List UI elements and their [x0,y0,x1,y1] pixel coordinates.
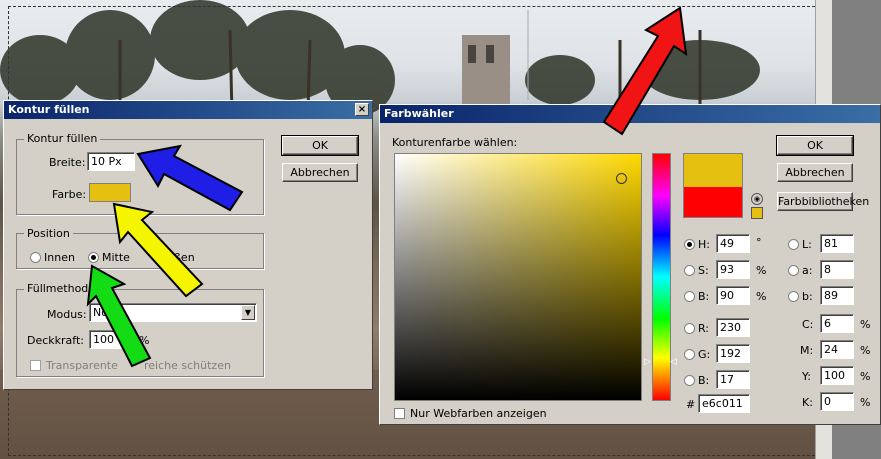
picker-cancel-button[interactable]: Abbrechen [777,163,853,182]
position-inside-radio[interactable] [30,252,41,263]
red-radio[interactable] [684,323,695,334]
color-picker-title: Farbwähler [384,107,454,120]
hue-slider[interactable] [652,153,671,401]
saturation-unit: % [756,264,767,277]
lab-l-radio[interactable] [788,239,799,250]
gamut-warning-icon[interactable]: ◉ [751,193,763,205]
stroke-ok-button[interactable]: OK [281,135,359,156]
cyan-label: C: [802,318,814,331]
brightness-input[interactable]: 90 [716,286,750,305]
black-unit: % [860,396,871,409]
magenta-unit: % [860,344,871,357]
saturation-input[interactable]: 93 [716,260,750,279]
hue-slider-handle-right[interactable]: ◁ [670,357,677,367]
blue-input[interactable]: 17 [716,370,750,389]
lab-l-label: L: [802,238,812,251]
red-input[interactable]: 230 [716,318,750,337]
magenta-input[interactable]: 24 [820,340,854,359]
color-picker-dialog: Farbwähler Konturenfarbe wählen: ▷ ◁ ◉ O… [379,104,881,425]
blend-group-legend: Füllmethod [24,282,92,295]
color-picker-subtitle: Konturenfarbe wählen: [392,136,518,149]
close-icon[interactable]: × [355,103,369,116]
lab-a-radio[interactable] [788,265,799,276]
saturation-radio[interactable] [684,265,695,276]
yellow-unit: % [860,370,871,383]
cyan-input[interactable]: 6 [820,314,854,333]
hex-label: # [686,398,696,411]
lab-a-input[interactable]: 8 [820,260,854,279]
black-label: K: [802,396,813,409]
stroke-cancel-button[interactable]: Abbrechen [282,163,358,182]
stroke-group-legend: Kontur füllen [24,132,101,145]
red-label: R: [698,322,710,335]
color-label: Farbe: [52,188,87,201]
black-input[interactable]: 0 [820,392,854,411]
old-color-swatch[interactable] [683,187,743,218]
color-picker-cursor[interactable] [616,173,627,184]
blue-radio[interactable] [684,375,695,386]
saturation-label: S: [698,264,709,277]
hue-unit: ° [756,236,762,249]
saturation-brightness-field[interactable] [394,153,642,401]
hue-label: H: [698,238,710,251]
lab-a-label: a: [802,264,813,277]
lab-b-label: b: [802,290,813,303]
opacity-label: Deckkraft: [27,334,84,347]
web-colors-only-checkbox[interactable] [394,408,405,419]
blue-label: B: [698,374,710,387]
color-libraries-button[interactable]: Farbbibliotheken [777,192,869,211]
picker-ok-button[interactable]: OK [776,135,854,156]
green-label: G: [698,348,711,361]
green-radio[interactable] [684,349,695,360]
preserve-transparency-checkbox[interactable] [30,360,41,371]
hex-input[interactable]: e6c011 [698,394,750,413]
chevron-down-icon[interactable]: ▼ [241,305,255,320]
lab-b-input[interactable]: 89 [820,286,854,305]
red-arrow [602,6,688,136]
brightness-label: B: [698,290,710,303]
width-input[interactable]: 10 Px [87,152,135,171]
magenta-label: M: [800,344,814,357]
hue-radio[interactable] [684,239,695,250]
width-label: Breite: [49,156,86,169]
yellow-input[interactable]: 100 [820,366,854,385]
cyan-unit: % [860,318,871,331]
lab-l-input[interactable]: 81 [820,234,854,253]
green-input[interactable]: 192 [716,344,750,363]
lab-b-radio[interactable] [788,291,799,302]
yellow-label: Y: [802,370,811,383]
hue-input[interactable]: 49 [716,234,750,253]
mode-label: Modus: [47,308,87,321]
stroke-dialog-title: Kontur füllen [8,103,90,116]
position-group-legend: Position [24,227,73,240]
stroke-dialog-titlebar[interactable]: Kontur füllen × [4,101,372,119]
hue-slider-handle-left[interactable]: ▷ [644,357,651,367]
brightness-radio[interactable] [684,291,695,302]
web-colors-only-label: Nur Webfarben anzeigen [410,407,547,420]
position-inside-label: Innen [44,251,75,264]
brightness-unit: % [756,290,767,303]
web-safe-color-swatch[interactable] [751,207,763,219]
new-color-swatch [683,153,743,188]
green-arrow [86,264,152,368]
